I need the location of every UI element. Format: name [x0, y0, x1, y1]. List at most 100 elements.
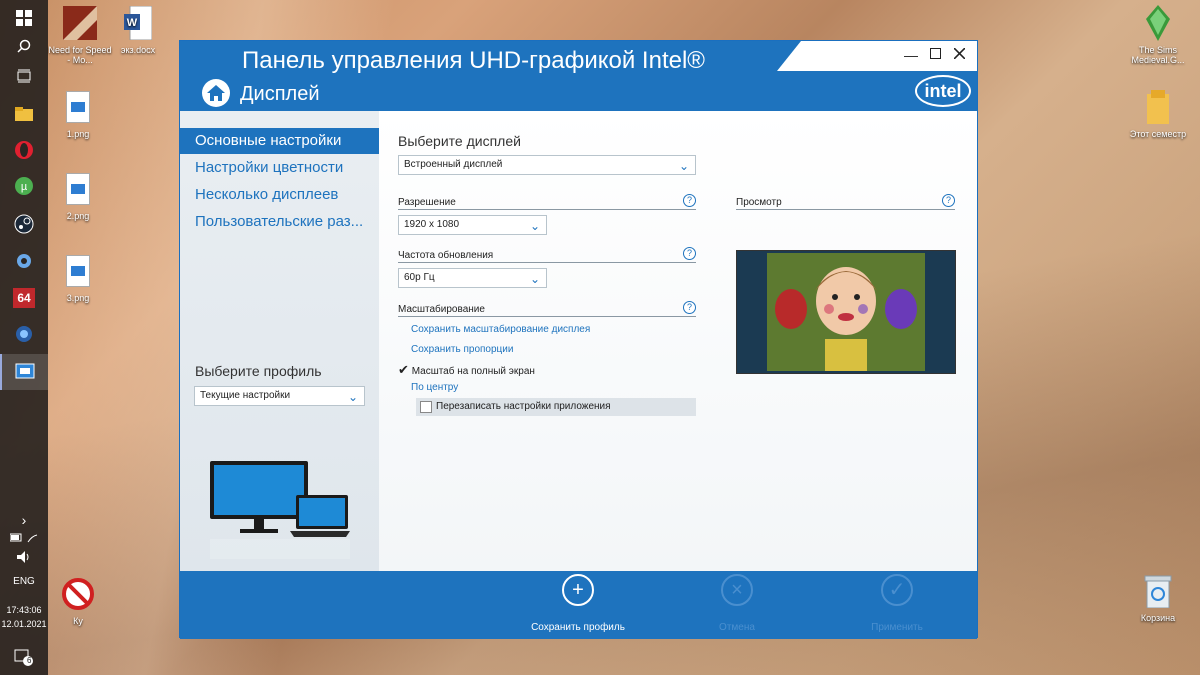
scaling-option-center[interactable]: По центру — [411, 382, 458, 393]
action-center-button[interactable]: 6 — [0, 644, 48, 672]
display-select[interactable]: Встроенный дисплей ⌄ — [398, 155, 696, 175]
override-checkbox[interactable] — [420, 401, 432, 413]
scaling-option-full-screen[interactable]: ✔ Масштаб на полный экран — [398, 362, 535, 378]
svg-text:µ: µ — [21, 181, 28, 193]
profile-label: Выберите профиль — [195, 363, 322, 379]
desktop-icon-label: Корзина — [1140, 613, 1176, 623]
chevron-down-icon: ⌄ — [529, 272, 540, 286]
word-document-icon: W — [124, 6, 152, 40]
maximize-icon — [929, 48, 941, 59]
gear-icon — [17, 254, 31, 268]
window-header: — Панель управления UHD-графикой Intel® … — [180, 41, 977, 111]
game-icon — [63, 6, 97, 40]
desktop-icon-label: экз.docx — [120, 45, 156, 55]
override-app-settings-row[interactable]: Перезаписать настройки приложения — [416, 398, 696, 416]
monitor-laptop-illustration — [210, 461, 350, 559]
resolution-select[interactable]: 1920 x 1080 ⌄ — [398, 215, 547, 235]
scaling-label: Масштабирование — [398, 304, 485, 315]
main-panel: Выберите дисплей Встроенный дисплей ⌄ Ра… — [379, 111, 977, 571]
profile-select[interactable]: Текущие настройки ⌄ — [194, 386, 365, 406]
clock-date[interactable]: 12.01.2021 — [0, 619, 48, 629]
profile-select-value: Текущие настройки — [200, 390, 291, 401]
desktop-icon-folder[interactable]: Этот семестр — [1126, 88, 1190, 139]
chevron-down-icon: ⌄ — [678, 159, 689, 173]
home-icon — [207, 85, 225, 101]
speaker-icon — [17, 551, 29, 563]
desktop-icon-label: Этот семестр — [1129, 129, 1187, 139]
preview-image — [767, 253, 925, 371]
folder-icon — [15, 107, 33, 121]
window-footer: + Сохранить профиль × Отмена ✓ Применить — [180, 571, 977, 639]
taskbar-app-blue[interactable] — [0, 316, 48, 352]
intel-graphics-icon — [15, 363, 35, 379]
intel-graphics-window: — Панель управления UHD-графикой Intel® … — [179, 40, 978, 639]
taskbar-opera[interactable] — [0, 132, 48, 168]
desktop-icon-3png[interactable]: 3.png — [46, 252, 110, 303]
desktop-icon-ku[interactable]: Ку — [46, 575, 110, 626]
minimize-button[interactable]: — — [903, 47, 919, 63]
task-view-button[interactable] — [0, 58, 48, 94]
resolution-section: Разрешение ? — [398, 194, 696, 210]
taskbar-aida64[interactable]: 64 — [0, 280, 48, 316]
taskbar: µ 64 › ENG 17:43:06 12.01.2021 6 — [0, 0, 48, 675]
desktop-icon-recycle-bin[interactable]: Корзина — [1126, 572, 1190, 623]
sidebar-item-color-settings[interactable]: Настройки цветности — [180, 155, 379, 181]
desktop-icon-label: Need for Speed - Mo... — [48, 45, 112, 65]
refresh-rate-section: Частота обновления ? — [398, 247, 696, 263]
language-indicator[interactable]: ENG — [0, 576, 48, 587]
search-icon — [17, 39, 31, 53]
notification-count: 6 — [27, 656, 32, 665]
taskbar-intel-graphics[interactable] — [0, 354, 48, 390]
preview-section: Просмотр ? — [736, 194, 955, 210]
cancel-button[interactable]: × Отмена — [687, 571, 787, 633]
scaling-option-full-screen-label: Масштаб на полный экран — [411, 366, 535, 377]
scaling-option-maintain-aspect[interactable]: Сохранить пропорции — [411, 344, 513, 355]
help-icon[interactable]: ? — [942, 194, 955, 207]
help-icon[interactable]: ? — [683, 301, 696, 314]
taskbar-utorrent[interactable]: µ — [0, 168, 48, 204]
clock-time[interactable]: 17:43:06 — [0, 605, 48, 615]
display-select-value: Встроенный дисплей — [404, 159, 503, 170]
image-file-icon — [66, 255, 90, 287]
aida64-icon: 64 — [13, 288, 35, 308]
save-profile-button[interactable]: + Сохранить профиль — [528, 571, 628, 633]
desktop-icon-2png[interactable]: 2.png — [46, 170, 110, 221]
checkmark-icon: ✔ — [398, 362, 409, 377]
blue-app-icon — [16, 326, 32, 342]
help-icon[interactable]: ? — [683, 247, 696, 260]
sidebar-item-basic-settings[interactable]: Основные настройки — [180, 128, 379, 154]
taskbar-settings[interactable] — [0, 243, 48, 279]
taskbar-steam[interactable] — [0, 206, 48, 242]
maximize-button[interactable] — [927, 46, 943, 62]
desktop-icon-1png[interactable]: 1.png — [46, 88, 110, 139]
desktop-icon-need-for-speed[interactable]: Need for Speed - Mo... — [48, 4, 112, 65]
check-icon: ✓ — [881, 574, 913, 606]
game-icon — [1146, 5, 1170, 41]
sidebar-item-custom-resolutions[interactable]: Пользовательские раз... — [180, 209, 379, 235]
battery-tray[interactable] — [0, 528, 48, 548]
desktop-icon-sims-medieval[interactable]: The Sims Medieval.G... — [1126, 4, 1190, 65]
refresh-rate-select[interactable]: 60р Гц ⌄ — [398, 268, 547, 288]
resolution-label: Разрешение — [398, 197, 456, 208]
x-icon: × — [721, 574, 753, 606]
child-photo-illustration — [767, 253, 925, 371]
close-button[interactable] — [951, 46, 967, 62]
apply-label: Применить — [871, 622, 923, 633]
chevron-down-icon: ⌄ — [347, 390, 358, 404]
taskbar-file-explorer[interactable] — [0, 96, 48, 132]
desktop-icon-label: The Sims Medieval.G... — [1131, 45, 1185, 65]
window-controls-area — [777, 41, 977, 71]
select-display-label: Выберите дисплей — [398, 133, 521, 149]
override-label: Перезаписать настройки приложения — [436, 401, 611, 412]
desktop-icon-label: 2.png — [66, 211, 90, 221]
scaling-option-maintain-display[interactable]: Сохранить масштабирование дисплея — [411, 324, 590, 335]
sidebar-item-multiple-displays[interactable]: Несколько дисплеев — [180, 182, 379, 208]
desktop-icon-label: 3.png — [66, 293, 90, 303]
desktop-icon-docx[interactable]: W экз.docx — [106, 4, 170, 55]
apply-button[interactable]: ✓ Применить — [847, 571, 947, 633]
volume-tray[interactable] — [0, 547, 48, 567]
show-hidden-icons-button[interactable]: › — [0, 512, 48, 528]
svg-text:W: W — [127, 17, 138, 29]
help-icon[interactable]: ? — [683, 194, 696, 207]
home-button[interactable] — [202, 79, 230, 107]
